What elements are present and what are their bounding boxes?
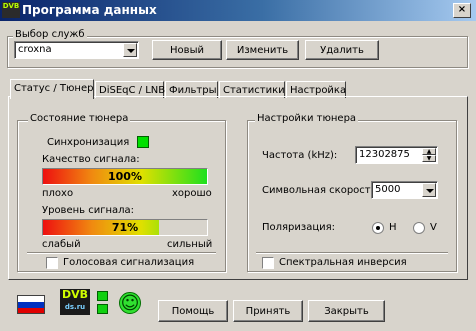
frequency-label: Частота (kHz): (262, 150, 338, 161)
quality-percent: 100% (108, 170, 142, 183)
quality-label: Качество сигнала: (42, 154, 140, 165)
close-button[interactable]: × (453, 3, 471, 18)
dvb-logo-subtext: ds.ru (64, 303, 86, 311)
polarization-h-label: H (389, 222, 397, 233)
smiley-icon: ☺ (119, 292, 141, 314)
edit-button[interactable]: Изменить (226, 40, 299, 60)
dvb-logo-icon: DVB ds.ru (60, 289, 90, 315)
close-dialog-button[interactable]: Закрыть (308, 300, 385, 322)
service-select-value: croxna (18, 44, 52, 55)
polarization-h-radio[interactable] (372, 222, 384, 234)
spin-up-icon[interactable]: ▲ (422, 148, 436, 155)
russian-flag-icon[interactable] (17, 295, 45, 314)
frequency-input[interactable]: 12302875 ▲ ▼ (355, 146, 438, 164)
polarization-label: Поляризация: (262, 222, 336, 233)
tuner-settings-group-label: Настройки тюнера (255, 113, 359, 124)
quality-bar: 100% (42, 168, 208, 185)
level-high-label: сильный (167, 239, 213, 250)
apply-button[interactable]: Принять (233, 300, 303, 322)
spin-down-icon[interactable]: ▼ (422, 155, 436, 162)
radio-dot-icon (376, 226, 380, 230)
sync-indicator (137, 136, 149, 148)
sync-label: Синхронизация (47, 137, 130, 148)
quality-high-label: хорошо (172, 188, 212, 199)
polarization-v-radio[interactable] (413, 222, 425, 234)
level-label: Уровень сигнала: (42, 205, 135, 216)
tab-status-tuner[interactable]: Статус / Тюнер (10, 79, 94, 99)
service-group-label: Выбор служб (13, 29, 87, 40)
voice-alert-label: Голосовая сигнализация (63, 257, 195, 268)
symbol-rate-select[interactable]: 5000 (371, 181, 438, 199)
chevron-down-icon[interactable] (123, 43, 137, 57)
symbol-rate-label: Символьная скорость (262, 185, 377, 196)
level-bar: 71% (42, 219, 208, 236)
level-low-label: слабый (42, 239, 81, 250)
app-logo-icon: DVB (2, 2, 20, 18)
status-led-icon (97, 304, 108, 314)
delete-button[interactable]: Удалить (305, 40, 379, 60)
symbol-rate-value: 5000 (375, 184, 401, 195)
dvb-logo-text: DVB (61, 288, 89, 301)
service-select[interactable]: croxna (14, 41, 139, 59)
polarization-v-label: V (430, 222, 437, 233)
new-button[interactable]: Новый (152, 40, 222, 60)
frequency-value: 12302875 (359, 149, 410, 160)
status-led-icon (97, 291, 108, 301)
divider (256, 252, 448, 254)
chevron-down-icon[interactable] (422, 183, 436, 197)
divider (27, 252, 216, 254)
spectral-inversion-label: Спектральная инверсия (279, 257, 407, 268)
window-title: Программа данных (22, 3, 157, 17)
voice-alert-checkbox[interactable] (46, 257, 58, 269)
help-button[interactable]: Помощь (158, 300, 228, 322)
spectral-inversion-checkbox[interactable] (262, 257, 274, 269)
level-percent: 71% (111, 221, 139, 234)
quality-low-label: плохо (42, 188, 74, 199)
tuner-status-group-label: Состояние тюнера (28, 113, 131, 124)
